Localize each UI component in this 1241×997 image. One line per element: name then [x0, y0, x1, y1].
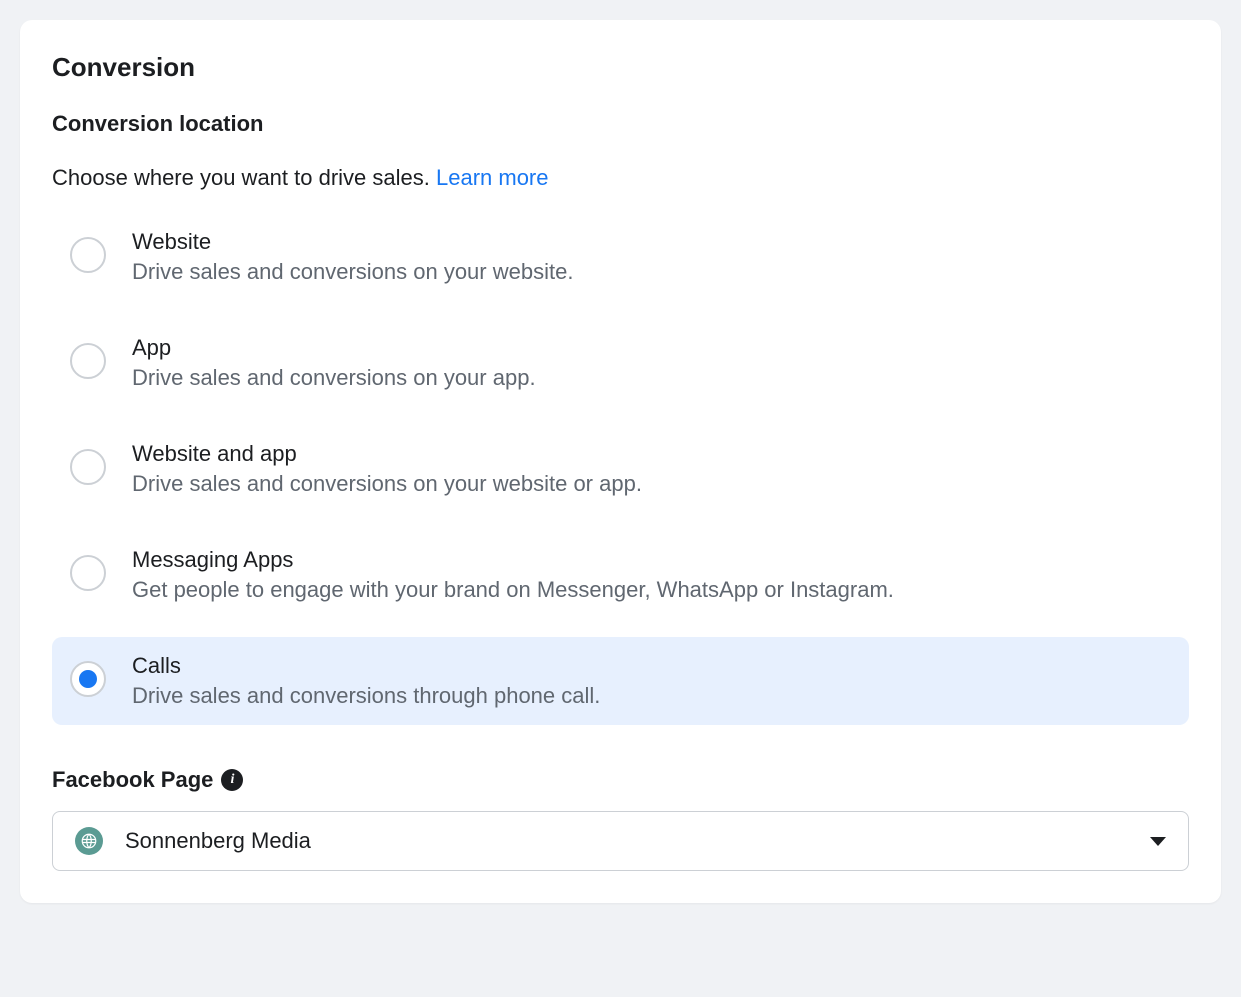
radio-content: App Drive sales and conversions on your … [132, 335, 1171, 391]
radio-title: Messaging Apps [132, 547, 1171, 573]
radio-content: Website Drive sales and conversions on y… [132, 229, 1171, 285]
conversion-location-radio-group: Website Drive sales and conversions on y… [52, 213, 1189, 725]
radio-content: Calls Drive sales and conversions throug… [132, 653, 1171, 709]
radio-title: Website and app [132, 441, 1171, 467]
conversion-card: Conversion Conversion location Choose wh… [20, 20, 1221, 903]
radio-title: Website [132, 229, 1171, 255]
conversion-location-title: Conversion location [52, 111, 1189, 137]
radio-desc: Drive sales and conversions through phon… [132, 683, 1171, 709]
radio-option-website-and-app[interactable]: Website and app Drive sales and conversi… [52, 425, 1189, 513]
facebook-page-label: Facebook Page i [52, 767, 1189, 793]
radio-icon [70, 449, 106, 485]
facebook-page-selected: Sonnenberg Media [125, 828, 1150, 854]
facebook-page-label-text: Facebook Page [52, 767, 213, 793]
conversion-location-description: Choose where you want to drive sales. Le… [52, 165, 1189, 191]
radio-title: Calls [132, 653, 1171, 679]
radio-option-website[interactable]: Website Drive sales and conversions on y… [52, 213, 1189, 301]
radio-icon [70, 343, 106, 379]
radio-desc: Get people to engage with your brand on … [132, 577, 1171, 603]
info-icon[interactable]: i [221, 769, 243, 791]
radio-icon [70, 555, 106, 591]
radio-desc: Drive sales and conversions on your app. [132, 365, 1171, 391]
section-title: Conversion [52, 52, 1189, 83]
radio-content: Website and app Drive sales and conversi… [132, 441, 1171, 497]
facebook-page-dropdown[interactable]: Sonnenberg Media [52, 811, 1189, 871]
radio-icon [70, 661, 106, 697]
description-text: Choose where you want to drive sales. [52, 165, 436, 190]
radio-option-calls[interactable]: Calls Drive sales and conversions throug… [52, 637, 1189, 725]
page-avatar-icon [75, 827, 103, 855]
learn-more-link[interactable]: Learn more [436, 165, 549, 190]
radio-content: Messaging Apps Get people to engage with… [132, 547, 1171, 603]
facebook-page-section: Facebook Page i Sonnenberg Media [52, 767, 1189, 871]
radio-option-app[interactable]: App Drive sales and conversions on your … [52, 319, 1189, 407]
radio-title: App [132, 335, 1171, 361]
radio-icon [70, 237, 106, 273]
radio-option-messaging-apps[interactable]: Messaging Apps Get people to engage with… [52, 531, 1189, 619]
radio-desc: Drive sales and conversions on your webs… [132, 471, 1171, 497]
caret-down-icon [1150, 837, 1166, 846]
radio-desc: Drive sales and conversions on your webs… [132, 259, 1171, 285]
